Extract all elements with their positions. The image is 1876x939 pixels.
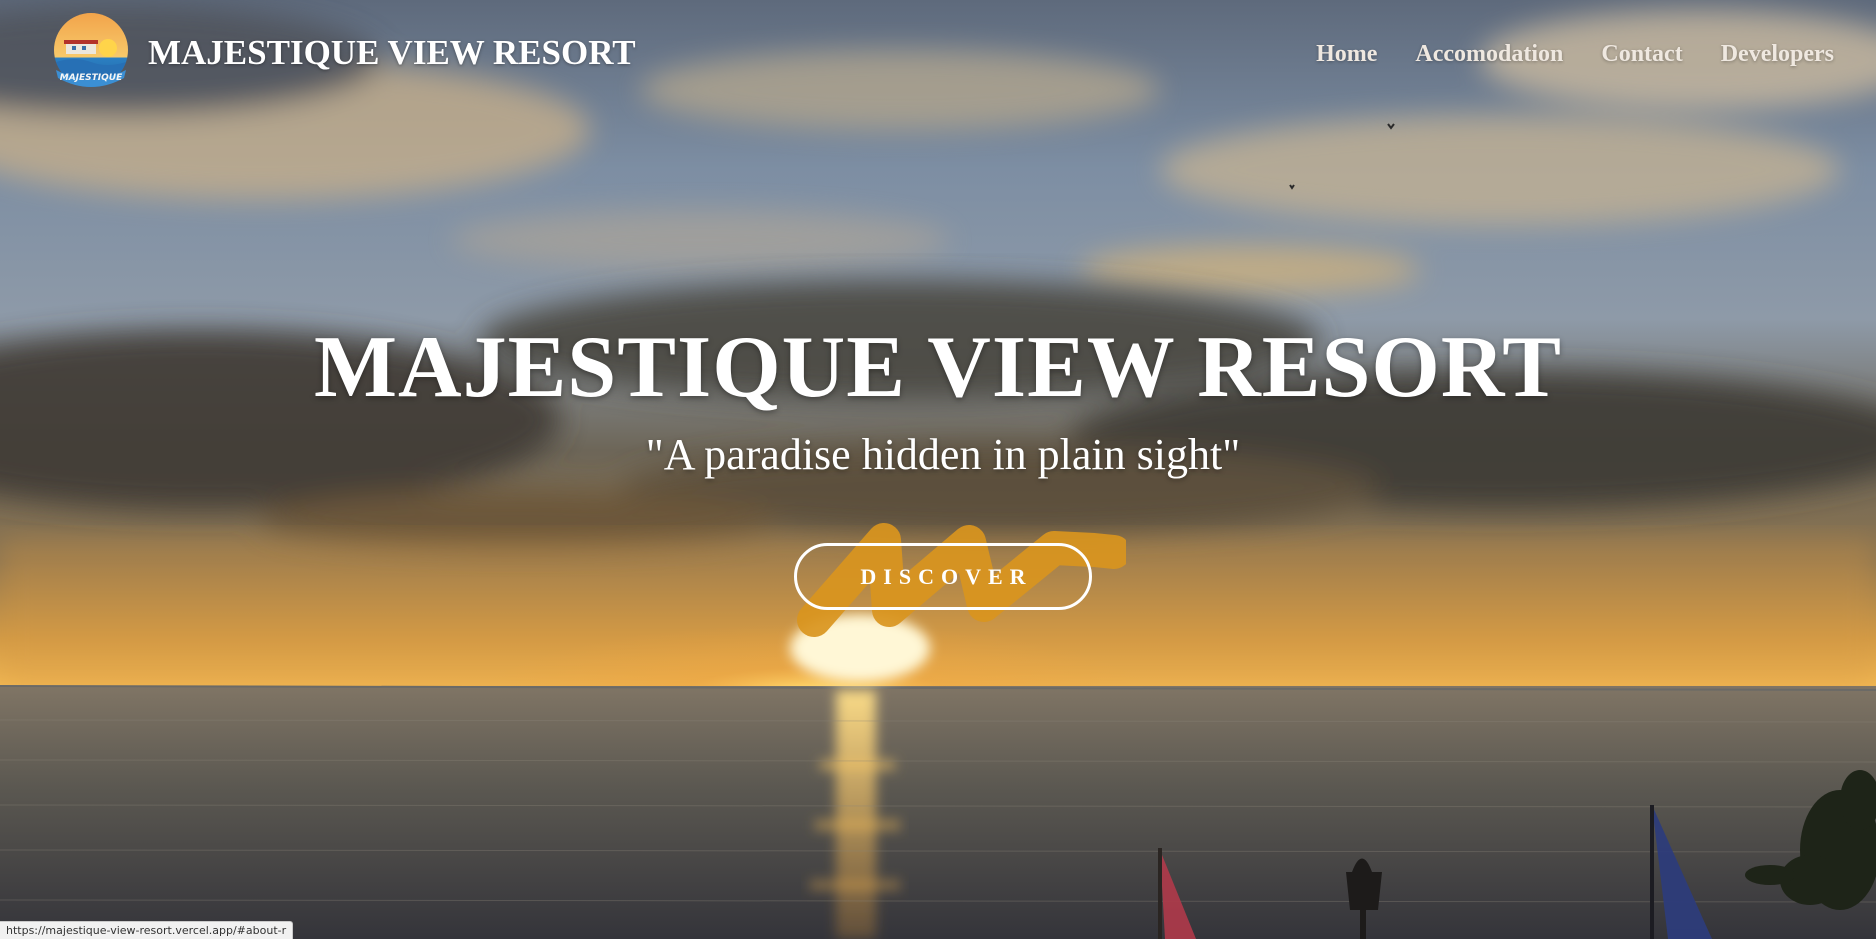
resort-logo[interactable]: MAJESTIQUE (50, 12, 132, 94)
hero-tagline: "A paradise hidden in plain sight" (645, 430, 1241, 479)
nav-link-developers[interactable]: Developers (1721, 38, 1834, 70)
nav-link-contact[interactable]: Contact (1601, 38, 1682, 70)
brand-title[interactable]: MAJESTIQUE VIEW RESORT (148, 33, 636, 73)
nav-link-accomodation[interactable]: Accomodation (1415, 38, 1563, 70)
discover-button-label: DISCOVER (860, 563, 1033, 589)
site-header: MAJESTIQUE MAJESTIQUE VIEW RESORT Home A… (0, 0, 1876, 110)
main-nav: Home Accomodation Contact Developers (1316, 38, 1834, 70)
logo-text: MAJESTIQUE (60, 73, 123, 83)
status-bar-url: https://majestique-view-resort.vercel.ap… (0, 921, 294, 939)
hero-title: MAJESTIQUE VIEW RESORT (314, 319, 1562, 416)
discover-button[interactable]: DISCOVER (794, 543, 1092, 610)
nav-link-home[interactable]: Home (1316, 38, 1377, 70)
discover-cta: DISCOVER (794, 520, 1126, 640)
hero-section: MAJESTIQUE MAJESTIQUE VIEW RESORT Home A… (0, 0, 1876, 939)
